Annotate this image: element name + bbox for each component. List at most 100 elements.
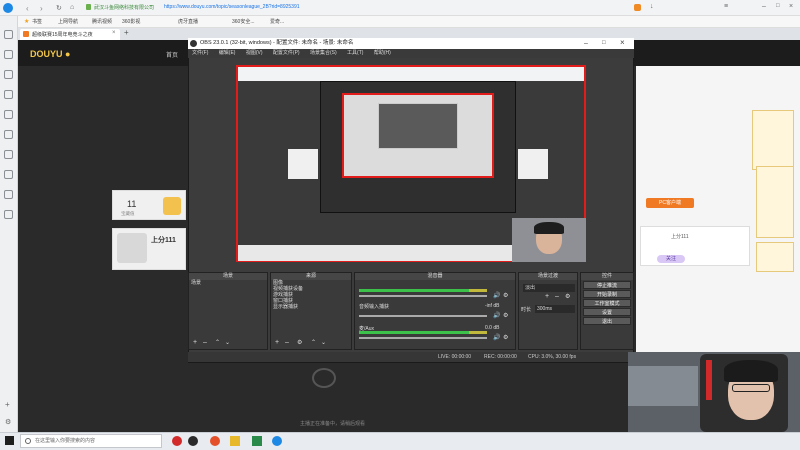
obs-menu-profile[interactable]: 配置文件(P) — [273, 50, 300, 56]
source-item[interactable]: 显示器捕获 — [271, 304, 351, 310]
close-icon[interactable]: × — [789, 3, 793, 10]
taskbar-app-icon[interactable] — [210, 436, 220, 446]
transition-settings-icon[interactable]: ⚙ — [565, 293, 570, 300]
mixer-mute-icon[interactable]: 🔊 — [493, 292, 500, 299]
sidebar-favorites-icon[interactable] — [4, 30, 13, 39]
exit-button[interactable]: 退出 — [583, 317, 631, 325]
bookmark-item[interactable]: 360影视 — [122, 18, 140, 25]
reload-icon[interactable]: ↻ — [56, 4, 62, 12]
side-promo-card-2[interactable] — [756, 242, 794, 272]
stop-streaming-button[interactable]: 停止推流 — [583, 281, 631, 289]
obs-titlebar: OBS 23.0.1 (32-bit, windows) - 配置文件: 未命名… — [188, 38, 634, 49]
mixer-mute-icon[interactable]: 🔊 — [493, 312, 500, 319]
obs-minimize-icon[interactable]: – — [584, 38, 588, 49]
studio-mode-button[interactable]: 工作室模式 — [583, 299, 631, 307]
obs-menu-tools[interactable]: 工具(T) — [347, 50, 363, 56]
source-remove-icon[interactable]: – — [285, 339, 289, 346]
sidebar-star-icon[interactable] — [4, 50, 13, 59]
minimize-icon[interactable]: – — [762, 3, 766, 10]
follow-button[interactable]: 关注 — [657, 255, 685, 263]
scene-remove-icon[interactable]: – — [203, 339, 207, 346]
sidebar-cart-icon[interactable] — [4, 190, 13, 199]
sidebar-chat-icon[interactable] — [4, 150, 13, 159]
webcam-chair-accent — [706, 360, 712, 400]
scene-add-icon[interactable]: + — [193, 339, 197, 346]
mixer-volume-slider[interactable] — [359, 295, 487, 297]
sidebar-game-icon[interactable] — [4, 170, 13, 179]
nav-home-link[interactable]: 首页 — [166, 50, 178, 59]
bookmark-item[interactable]: 上网导航 — [58, 18, 78, 25]
settings-button[interactable]: 设置 — [583, 308, 631, 316]
taskbar-app-icon[interactable] — [172, 436, 182, 446]
source-settings-icon[interactable]: ⚙ — [297, 339, 302, 346]
duration-label: 时长 — [521, 307, 532, 313]
tab-close-icon[interactable]: × — [112, 30, 116, 36]
sidebar-search-icon[interactable] — [4, 90, 13, 99]
source-up-icon[interactable]: ⌃ — [311, 339, 316, 346]
bookmark-item[interactable]: 书签 — [32, 18, 42, 25]
address-bar[interactable]: https://www.douyu.com/topic/seasonleague… — [164, 4, 300, 10]
obs-close-icon[interactable]: × — [620, 37, 625, 48]
maximize-icon[interactable]: □ — [776, 3, 780, 9]
taskbar-obs-icon[interactable] — [188, 436, 198, 446]
forward-icon[interactable]: › — [40, 4, 43, 13]
scene-up-icon[interactable]: ⌃ — [215, 339, 220, 346]
sidebar-settings-icon[interactable]: ⚙ — [5, 418, 11, 426]
extensions-icon[interactable] — [634, 4, 641, 11]
pc-client-label: PC客户端 — [659, 200, 681, 206]
obs-menu-scene-collection[interactable]: 场景集合(S) — [310, 50, 337, 56]
obs-menu-view[interactable]: 视图(V) — [246, 50, 263, 56]
sidebar-notes-icon[interactable] — [4, 130, 13, 139]
bet-label: 宝藏值 — [121, 211, 135, 216]
back-icon[interactable]: ‹ — [26, 4, 29, 13]
mixer-volume-slider[interactable] — [359, 337, 487, 339]
taskbar-search-input[interactable]: 在这里输入你要搜索的内容 — [20, 434, 162, 448]
scene-down-icon[interactable]: ⌄ — [225, 339, 230, 346]
mixer-settings-icon[interactable]: ⚙ — [503, 312, 508, 319]
right-card[interactable]: 上分111 关注 — [640, 226, 750, 266]
bookmark-item[interactable]: 爱奇... — [270, 18, 284, 25]
taskbar-browser-icon[interactable] — [272, 436, 282, 446]
bet-card[interactable]: 11 宝藏值 — [112, 190, 186, 220]
mixer-header: 混音器 — [355, 273, 515, 280]
bookmark-item[interactable]: 腾讯视频 — [92, 18, 112, 25]
sidebar-add-icon[interactable]: + — [5, 400, 10, 409]
new-tab-button[interactable]: + — [124, 28, 129, 37]
duration-input[interactable]: 300ms — [535, 305, 575, 313]
sidebar-mail-icon[interactable] — [4, 110, 13, 119]
taskbar-app-icon[interactable] — [252, 436, 262, 446]
tab-active[interactable]: 超级联赛15周年电竞斗之夜 × — [20, 29, 120, 40]
no-stream-text: 主播正在准备中，请稍后观看 — [300, 421, 366, 427]
transition-add-icon[interactable]: + — [545, 293, 549, 300]
sidebar-history-icon[interactable] — [4, 70, 13, 79]
pc-client-button[interactable]: PC客户端 — [646, 198, 694, 208]
obs-maximize-icon[interactable]: □ — [602, 38, 606, 49]
mixer-settings-icon[interactable]: ⚙ — [503, 334, 508, 341]
bookmark-item[interactable]: 虎牙直播 — [178, 18, 198, 25]
live-card[interactable]: 上分111 — [112, 228, 186, 270]
mixer-settings-icon[interactable]: ⚙ — [503, 292, 508, 299]
source-add-icon[interactable]: + — [275, 339, 279, 346]
start-recording-button[interactable]: 开始录制 — [583, 290, 631, 298]
sidebar-apps-icon[interactable] — [4, 210, 13, 219]
download-icon[interactable]: ↓ — [650, 3, 654, 10]
event-promo-card[interactable] — [752, 110, 794, 170]
sources-dock: 来源 图像 视频捕获设备 游戏捕获 窗口捕获 显示器捕获 + – ⚙ ⌃ ⌄ — [270, 272, 352, 350]
site-logo[interactable]: DOUYU ● — [30, 44, 150, 64]
obs-menu-file[interactable]: 文件(F) — [192, 50, 208, 56]
bookmark-item[interactable]: 360安全... — [232, 18, 255, 25]
menu-icon[interactable]: ≡ — [724, 3, 728, 10]
side-promo-card[interactable] — [756, 166, 794, 238]
obs-menu-edit[interactable]: 编辑(E) — [219, 50, 236, 56]
taskbar-app-icon[interactable] — [230, 436, 240, 446]
mixer-volume-slider[interactable] — [359, 315, 487, 317]
transition-remove-icon[interactable]: – — [555, 293, 559, 300]
tab-favicon-icon — [23, 31, 29, 37]
transition-select[interactable]: 淡出 — [523, 284, 575, 292]
source-down-icon[interactable]: ⌄ — [321, 339, 326, 346]
home-icon[interactable]: ⌂ — [70, 4, 74, 11]
scene-item[interactable]: 场景 — [189, 280, 267, 286]
mixer-mute-icon[interactable]: 🔊 — [493, 334, 500, 341]
obs-menu-help[interactable]: 帮助(H) — [374, 50, 391, 56]
start-icon[interactable] — [5, 436, 14, 445]
